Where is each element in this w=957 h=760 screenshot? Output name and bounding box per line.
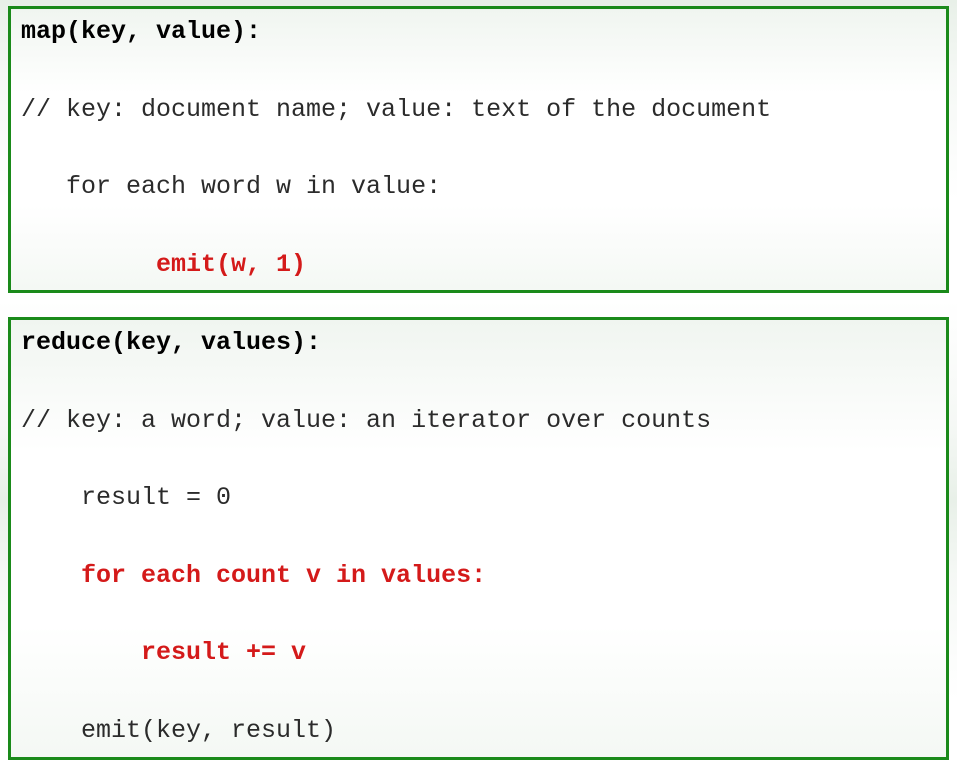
reduce-code: reduce(key, values): // key: a word; val…: [21, 324, 936, 750]
reduce-loop: for each count v in values:: [21, 557, 936, 596]
map-function-box: map(key, value): // key: document name; …: [8, 6, 949, 293]
reduce-emit: emit(key, result): [21, 712, 936, 751]
reduce-init: result = 0: [21, 479, 936, 518]
map-signature: map(key, value):: [21, 13, 936, 52]
reduce-accumulate: result += v: [21, 634, 936, 673]
map-comment: // key: document name; value: text of th…: [21, 91, 936, 130]
reduce-signature: reduce(key, values):: [21, 324, 936, 363]
map-code: map(key, value): // key: document name; …: [21, 13, 936, 284]
reduce-function-box: reduce(key, values): // key: a word; val…: [8, 317, 949, 759]
map-emit: emit(w, 1): [21, 246, 936, 285]
reduce-comment: // key: a word; value: an iterator over …: [21, 402, 936, 441]
map-loop: for each word w in value:: [21, 168, 936, 207]
